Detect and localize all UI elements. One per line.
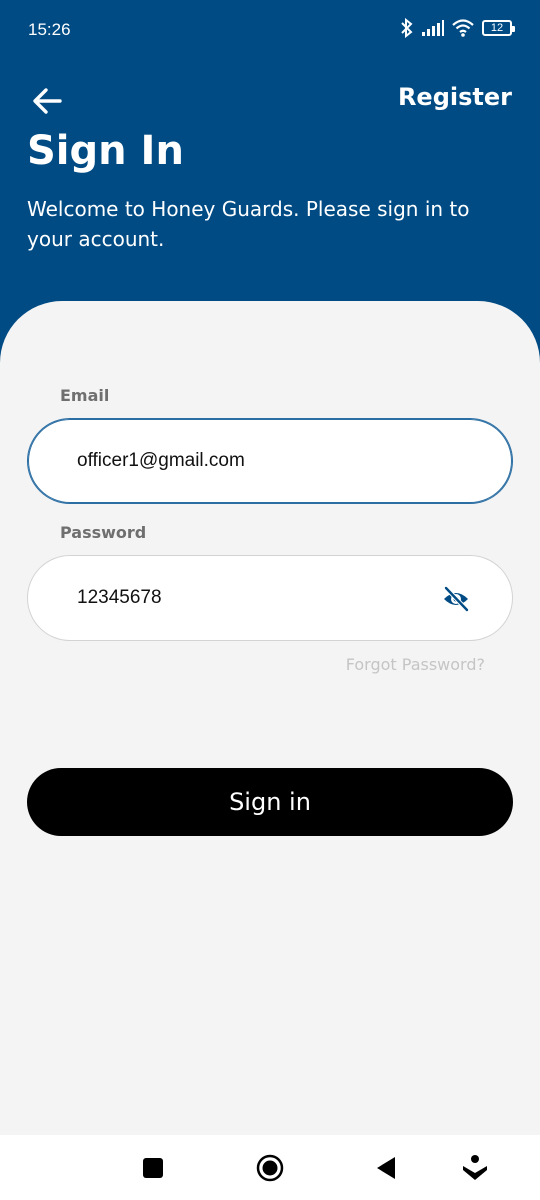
status-time: 15:26 (28, 20, 71, 39)
eye-off-icon[interactable] (442, 585, 470, 613)
email-label: Email (60, 386, 110, 405)
page-subtitle: Welcome to Honey Guards. Please sign in … (27, 197, 470, 251)
battery-icon: 12 (482, 20, 515, 36)
bluetooth-icon (401, 18, 413, 38)
signin-button[interactable]: Sign in (27, 768, 513, 836)
status-icons: 12 (400, 18, 515, 38)
signal-icon (422, 20, 444, 36)
password-label: Password (60, 523, 147, 542)
system-navbar (0, 1135, 540, 1200)
email-value: officer1@gmail.com (77, 450, 245, 471)
wifi-icon (452, 19, 474, 37)
assistant-icon[interactable] (460, 1153, 490, 1183)
back-arrow-icon[interactable] (30, 84, 64, 118)
forgot-password-link[interactable]: Forgot Password? (346, 655, 485, 674)
password-field[interactable]: 12345678 (27, 555, 513, 641)
page-title: Sign In (27, 128, 184, 174)
recent-apps-icon[interactable] (138, 1153, 168, 1183)
password-value: 12345678 (77, 587, 162, 608)
back-icon[interactable] (371, 1153, 401, 1183)
email-field[interactable]: officer1@gmail.com (27, 418, 513, 504)
home-icon[interactable] (255, 1153, 285, 1183)
register-link[interactable]: Register (398, 83, 512, 111)
